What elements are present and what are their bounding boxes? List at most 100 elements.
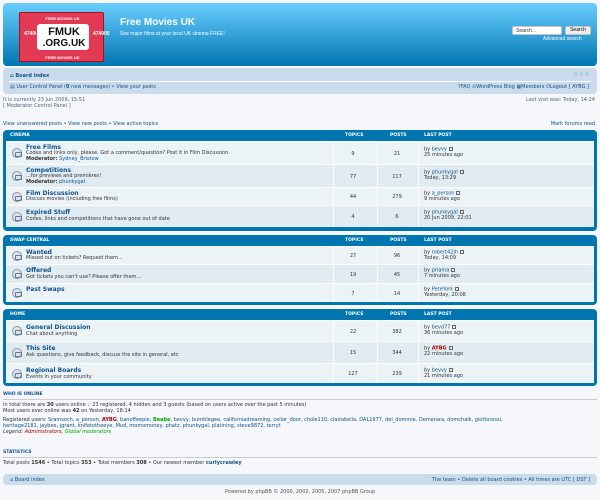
category-title[interactable]: HOME — [10, 312, 25, 317]
forum-title[interactable]: Past Swaps — [26, 286, 65, 293]
forum-topics: 7 — [351, 291, 355, 297]
moderator-link[interactable]: phunkygal — [59, 179, 85, 185]
newest-member-link[interactable]: curlycrawley — [206, 460, 242, 466]
forum-description: Discuss movies (including free films) — [26, 196, 118, 202]
forum-read-icon — [12, 269, 22, 279]
forum-posts: 344 — [392, 350, 402, 356]
view-latest-post-icon[interactable] — [456, 191, 461, 195]
category-swap-central: SWAP CENTRAL TOPICS POSTS LAST POST Want… — [3, 235, 597, 305]
footer-nav: ⌂ Board index The team • Delete all boar… — [3, 474, 597, 485]
stat-label: Our newest member — [152, 460, 205, 466]
legend-mods[interactable]: Global moderators — [65, 429, 112, 435]
forum-description: ...for previews and premières! Moderator… — [26, 173, 101, 185]
search-button[interactable]: Search — [565, 26, 591, 35]
category-title[interactable]: SWAP CENTRAL — [10, 238, 49, 243]
unanswered-link[interactable]: View unanswered posts — [3, 121, 62, 127]
delete-cookies-link[interactable]: Delete all board cookies — [462, 477, 522, 483]
view-latest-post-icon[interactable] — [452, 325, 457, 329]
board-info: It is currently 23 Jun 2009, 15:51 [ Mod… — [3, 97, 85, 109]
record-count: 42 — [72, 408, 80, 414]
logo-side-left: 474005 — [24, 31, 41, 37]
last-post: by PeteYork Yesterday, 20:08 — [424, 287, 466, 299]
site-title[interactable]: Free Movies UK — [120, 17, 195, 28]
font-size-icon[interactable]: A A A — [574, 72, 589, 78]
moderator-label: Moderator: — [26, 155, 58, 162]
view-latest-post-icon[interactable] — [448, 346, 453, 350]
last-post-time: 7 minutes ago — [424, 273, 460, 279]
view-latest-post-icon[interactable] — [451, 268, 456, 272]
forum-title[interactable]: This Site — [26, 345, 55, 352]
col-divider — [418, 364, 419, 383]
home-icon: ⌂ — [10, 477, 14, 483]
view-latest-post-icon[interactable] — [459, 250, 464, 254]
active-topics-link[interactable]: View active topics — [113, 121, 158, 127]
members-link[interactable]: Members — [521, 84, 544, 90]
new-posts-link[interactable]: View new posts — [68, 121, 107, 127]
forum-title[interactable]: Regional Boards — [26, 367, 81, 374]
logo-line1: FMUK — [48, 26, 80, 38]
view-latest-post-icon[interactable] — [448, 368, 453, 372]
forum-row: Past Swaps 7 14 by PeteYork Yesterday, 2… — [6, 283, 594, 302]
category-header: CINEMA TOPICS POSTS LAST POST — [6, 130, 594, 141]
forum-read-icon — [12, 192, 22, 202]
advanced-search-link[interactable]: Advanced search — [543, 36, 582, 42]
forum-title[interactable]: Offered — [26, 267, 51, 274]
blog-link[interactable]: WordPress Blog — [476, 84, 515, 90]
online-record: Most users ever online was 42 on Yesterd… — [3, 408, 597, 414]
stats-line: Total posts 1546 • Total topics 353 • To… — [3, 460, 242, 466]
last-post-time: 25 minutes ago — [424, 152, 464, 158]
legend-admins[interactable]: Administrators — [25, 429, 62, 435]
breadcrumb: ⌂ Board index — [10, 73, 49, 79]
ucp-link[interactable]: User Control Panel — [16, 84, 62, 90]
new-messages-link[interactable]: new messages — [71, 84, 108, 90]
view-latest-post-icon[interactable] — [459, 210, 464, 214]
logo-top-text: FREE MOVIES UK — [45, 16, 80, 21]
stat-label: Total posts — [3, 460, 30, 466]
faq-link[interactable]: FAQ — [461, 84, 471, 90]
col-divider — [418, 165, 419, 187]
view-latest-post-icon[interactable] — [448, 147, 453, 151]
forum-title[interactable]: Expired Stuff — [26, 209, 70, 216]
new-messages-count[interactable]: 0 — [66, 84, 69, 90]
logo-side-right: 474005 — [93, 31, 110, 37]
mcp-link[interactable]: [ Moderator Control Panel ] — [3, 103, 85, 109]
stat-label: Total topics — [51, 460, 80, 466]
stat-label: Total members — [97, 460, 135, 466]
view-latest-post-icon[interactable] — [455, 287, 460, 291]
col-divider — [418, 342, 419, 363]
site-description: See major films at your local UK cinema … — [120, 31, 225, 37]
site-logo[interactable]: FREE MOVIES UK 474005 FMUK .ORG.UK 47400… — [19, 12, 110, 62]
forum-row: Offered Got tickets you can't use? Pleas… — [6, 264, 594, 283]
section-heading[interactable]: WHO IS ONLINE — [3, 392, 597, 400]
forum-topics: 27 — [349, 253, 357, 259]
moderator-link[interactable]: Sydney_Bristow — [59, 156, 99, 162]
forum-topics: 127 — [348, 371, 358, 377]
board-index-link[interactable]: Board index — [15, 73, 49, 79]
logo-bottom-text: FREE MOVIES UK — [45, 55, 80, 60]
forum-title[interactable]: General Discussion — [26, 324, 91, 331]
view-latest-post-icon[interactable] — [459, 170, 464, 174]
last-post: by bevd77 36 minutes ago — [424, 325, 463, 337]
col-topics: TOPICS — [345, 312, 364, 317]
team-link[interactable]: The team — [432, 477, 456, 483]
last-post: by phunkygal 20 Jun 2009, 22:01 — [424, 210, 472, 222]
forum-read-icon — [12, 171, 22, 181]
search-input[interactable]: Search… — [512, 26, 562, 35]
last-post-time: 9 minutes ago — [424, 196, 460, 202]
last-visit: Last visit was: Today, 14:24 — [526, 97, 595, 103]
view-posts-link[interactable]: View your posts — [116, 84, 156, 90]
forum-posts: 279 — [392, 194, 402, 200]
footer-board-index-link[interactable]: Board index — [15, 477, 45, 483]
forum-row: Regional Boards Events in your community… — [6, 363, 594, 383]
col-posts: POSTS — [390, 312, 407, 317]
category-title[interactable]: CINEMA — [10, 133, 30, 138]
col-divider — [418, 247, 419, 264]
forum-read-icon — [12, 369, 22, 379]
mark-read-link[interactable]: Mark forums read — [551, 121, 595, 127]
logout-link[interactable]: Logout [ AYBG ] — [550, 84, 589, 90]
forum-read-icon — [12, 288, 22, 298]
forum-posts: 6 — [395, 214, 399, 220]
forum-read-icon — [12, 348, 22, 358]
forum-row: Free Films Codes and links only, please.… — [6, 141, 594, 164]
forum-description: Events in your community — [26, 374, 92, 380]
